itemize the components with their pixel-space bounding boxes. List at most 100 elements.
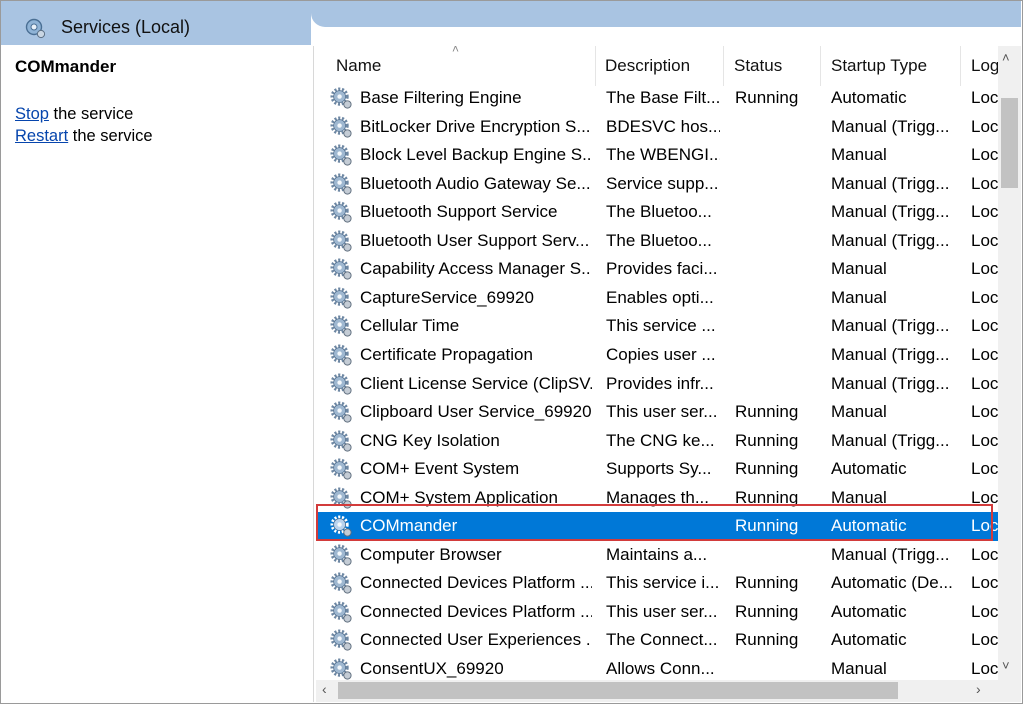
cell-name: BitLocker Drive Encryption S... <box>360 116 591 136</box>
table-row[interactable]: COM+ System Application Manages th... Runn… <box>316 484 999 513</box>
column-header-startup-type[interactable]: Startup Type <box>821 46 961 86</box>
service-gear-icon <box>330 116 352 138</box>
table-row[interactable]: COM+ Event System Supports Sy... Running Au… <box>316 455 999 484</box>
cell-startup: Manual (Trigg... <box>831 230 950 250</box>
vertical-scroll-thumb[interactable] <box>1001 98 1018 188</box>
cell-description: This service i... <box>606 573 720 593</box>
cell-status: Running <box>735 630 799 650</box>
title-tab: Services (Local) <box>1 1 311 45</box>
table-row[interactable]: Client License Service (ClipSV... Provide… <box>316 370 999 399</box>
column-status-label: Status <box>734 56 783 75</box>
cell-name: COM+ System Application <box>360 487 558 507</box>
cell-startup: Automatic <box>831 516 907 536</box>
restart-action-text: the service <box>68 127 153 145</box>
table-row[interactable]: Bluetooth User Support Serv... The Blueto… <box>316 227 999 256</box>
window-title: Services (Local) <box>61 17 191 37</box>
service-gear-icon <box>330 258 352 280</box>
cell-name: CNG Key Isolation <box>360 430 500 450</box>
column-header-status[interactable]: Status <box>724 46 821 86</box>
column-header-name[interactable]: ˄ Name <box>316 46 596 86</box>
cell-log: Loc <box>971 459 999 479</box>
cell-description: Allows Conn... <box>606 659 715 678</box>
cell-log: Loc <box>971 316 999 336</box>
cell-startup: Automatic <box>831 630 907 650</box>
table-row[interactable]: Bluetooth Audio Gateway Se... Service sup… <box>316 170 999 199</box>
cell-log: Loc <box>971 601 999 621</box>
cell-log: Loc <box>971 145 999 165</box>
table-row[interactable]: Computer Browser Maintains a... Manual (Tr… <box>316 541 999 570</box>
stop-action: Stop the service <box>15 105 133 124</box>
horizontal-scrollbar[interactable]: ‹ › <box>316 680 1021 702</box>
table-row[interactable]: Bluetooth Support Service The Bluetoo... M… <box>316 198 999 227</box>
service-gear-icon <box>330 401 352 423</box>
cell-startup: Manual <box>831 259 887 279</box>
stop-link[interactable]: Stop <box>15 105 49 123</box>
cell-startup: Manual <box>831 402 887 422</box>
restart-link[interactable]: Restart <box>15 127 68 145</box>
services-list: ˄ Name Description Status Startup Type L… <box>316 46 1021 703</box>
service-gear-icon <box>330 544 352 566</box>
cell-log: Loc <box>971 430 999 450</box>
cell-name: Bluetooth User Support Serv... <box>360 230 590 250</box>
column-description-label: Description <box>605 56 691 75</box>
left-pane: COMmander Stop the service Restart the s… <box>1 46 314 702</box>
scroll-down-icon[interactable]: ˅ <box>1002 658 1010 673</box>
cell-description: Maintains a... <box>606 544 708 564</box>
column-log-label: Log <box>971 56 1000 75</box>
table-row[interactable]: Certificate Propagation Copies user ... Ma… <box>316 341 999 370</box>
service-gear-icon <box>330 230 352 252</box>
cell-status: Running <box>735 601 799 621</box>
cell-description: This user ser... <box>606 402 718 422</box>
table-row[interactable]: BitLocker Drive Encryption S... BDESVC ho… <box>316 113 999 142</box>
table-row-selected[interactable]: COMmander Running Automatic Loc <box>316 512 999 541</box>
table-row[interactable]: Cellular Time This service ... Manual (Tri… <box>316 312 999 341</box>
horizontal-scroll-thumb[interactable] <box>338 682 898 699</box>
table-row[interactable]: Block Level Backup Engine S... The WBENGI… <box>316 141 999 170</box>
table-row[interactable]: Connected User Experiences ... The Connec… <box>316 626 999 655</box>
column-header-log-on-as[interactable]: Log <box>961 46 1001 86</box>
cell-name: ConsentUX_69920 <box>360 659 504 678</box>
cell-startup: Manual <box>831 659 887 678</box>
vertical-scrollbar[interactable]: ˄ ˅ <box>998 46 1021 680</box>
cell-status: Running <box>735 573 799 593</box>
cell-log: Loc <box>971 573 999 593</box>
table-row[interactable]: Base Filtering Engine The Base Filt... Run… <box>316 84 999 113</box>
scroll-right-icon[interactable]: › <box>976 681 981 697</box>
service-gear-icon <box>330 287 352 309</box>
table-row[interactable]: Clipboard User Service_69920 This user se… <box>316 398 999 427</box>
table-row[interactable]: CNG Key Isolation The CNG ke... Running Man… <box>316 427 999 456</box>
cell-description: Copies user ... <box>606 344 716 364</box>
cell-log: Loc <box>971 344 999 364</box>
cell-startup: Manual (Trigg... <box>831 344 950 364</box>
cell-startup: Manual (Trigg... <box>831 430 950 450</box>
cell-log: Loc <box>971 230 999 250</box>
cell-startup: Manual (Trigg... <box>831 544 950 564</box>
column-name-label: Name <box>336 56 382 75</box>
cell-description: BDESVC hos... <box>606 116 720 136</box>
cell-status: Running <box>735 487 799 507</box>
cell-startup: Manual (Trigg... <box>831 173 950 193</box>
service-gear-icon <box>330 601 352 623</box>
cell-description: The Bluetoo... <box>606 202 712 222</box>
cell-description: This user ser... <box>606 601 718 621</box>
cell-description: Provides infr... <box>606 373 714 393</box>
cell-name: Clipboard User Service_69920 <box>360 402 592 422</box>
service-gear-icon <box>330 515 352 537</box>
column-header-description[interactable]: Description <box>596 46 724 86</box>
sort-ascending-icon: ˄ <box>452 46 460 56</box>
table-row[interactable]: Connected Devices Platform ... This user … <box>316 598 999 627</box>
service-gear-icon <box>330 173 352 195</box>
cell-log: Loc <box>971 116 999 136</box>
scroll-left-icon[interactable]: ‹ <box>322 681 327 697</box>
service-gear-icon <box>330 315 352 337</box>
table-row[interactable]: Capability Access Manager S... Provides f… <box>316 255 999 284</box>
cell-name: Certificate Propagation <box>360 344 533 364</box>
selected-service-title: COMmander <box>15 57 117 76</box>
cell-name: COM+ Event System <box>360 459 520 479</box>
table-row[interactable]: CaptureService_69920 Enables opti... Manua… <box>316 284 999 313</box>
service-gear-icon <box>330 201 352 223</box>
cell-description: The Bluetoo... <box>606 230 712 250</box>
scroll-up-icon[interactable]: ˄ <box>1002 50 1010 65</box>
cell-description: The WBENGI... <box>606 145 720 165</box>
table-row[interactable]: Connected Devices Platform ... This servi… <box>316 569 999 598</box>
